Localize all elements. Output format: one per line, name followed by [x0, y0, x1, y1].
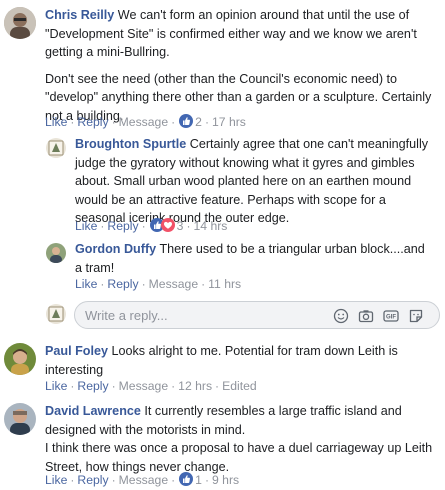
- message-link[interactable]: Message: [119, 379, 168, 393]
- thumbs-up-icon: [179, 114, 194, 128]
- timestamp[interactable]: 9 hrs: [212, 473, 239, 487]
- reply-input[interactable]: Write a reply... GIF: [74, 301, 440, 329]
- reply-button[interactable]: Reply: [77, 473, 108, 487]
- message-link[interactable]: Message: [119, 115, 168, 129]
- gif-icon[interactable]: GIF: [383, 308, 399, 324]
- comment-text: getting a mini-Bullring.: [45, 45, 170, 59]
- avatar: [46, 304, 66, 324]
- reaction-count[interactable]: 1: [195, 473, 202, 487]
- comment-text: "Development Site" is confirmed either w…: [45, 26, 417, 41]
- comment-text: interesting: [45, 362, 104, 377]
- timestamp[interactable]: 11 hrs: [208, 277, 241, 291]
- comment-text: judge the gyratory without knowing what …: [75, 155, 415, 170]
- camera-icon[interactable]: [358, 308, 374, 324]
- avatar[interactable]: [46, 243, 66, 263]
- like-button[interactable]: Like: [45, 379, 67, 393]
- thumbs-up-icon: [179, 472, 194, 486]
- message-link[interactable]: Message: [119, 473, 168, 487]
- edited-link[interactable]: Edited: [222, 379, 257, 393]
- comment-author[interactable]: Gordon Duffy: [75, 242, 156, 256]
- reaction-count[interactable]: 2: [195, 115, 202, 129]
- comment-author[interactable]: Paul Foley: [45, 344, 108, 358]
- timestamp[interactable]: 17 hrs: [212, 115, 246, 129]
- comment-text: I think there was once a proposal to hav…: [45, 441, 433, 455]
- avatar[interactable]: [4, 403, 36, 435]
- reply-button[interactable]: Reply: [107, 277, 138, 291]
- reply-button[interactable]: Reply: [77, 379, 108, 393]
- comment-text: It currently resembles a large traffic i…: [144, 404, 402, 418]
- like-button[interactable]: Like: [45, 473, 67, 487]
- comment-author[interactable]: Broughton Spurtle: [75, 137, 186, 151]
- message-link[interactable]: Message: [149, 277, 198, 291]
- reply-input-placeholder: Write a reply...: [85, 308, 168, 323]
- comment-text: Certainly agree that one can't meaningfu…: [189, 137, 429, 151]
- emoji-icon[interactable]: [333, 308, 349, 324]
- like-button[interactable]: Like: [75, 277, 97, 291]
- avatar[interactable]: [4, 343, 36, 375]
- comment-text: There used to be a triangular urban bloc…: [159, 242, 425, 256]
- timestamp[interactable]: 12 hrs: [178, 379, 212, 393]
- like-button[interactable]: Like: [45, 115, 67, 129]
- comment-text: designed with the motorists in mind.: [45, 422, 246, 437]
- comment-text: would be an attractive feature. Perhaps …: [75, 192, 386, 207]
- comment-text: about. Small urban wood planted here on …: [75, 174, 412, 188]
- heart-icon: [160, 218, 175, 232]
- timestamp[interactable]: 14 hrs: [194, 219, 228, 233]
- svg-text:GIF: GIF: [386, 315, 396, 321]
- reply-button[interactable]: Reply: [77, 115, 108, 129]
- like-button[interactable]: Like: [75, 219, 97, 233]
- comment-text: Looks alright to me. Potential for tram …: [111, 344, 398, 358]
- sticker-icon[interactable]: [408, 308, 424, 324]
- comment-author[interactable]: David Lawrence: [45, 404, 141, 418]
- reply-button[interactable]: Reply: [107, 219, 138, 233]
- comment-author[interactable]: Chris Reilly: [45, 8, 114, 22]
- avatar[interactable]: [46, 138, 66, 158]
- comment-text: Don't see the need (other than the Counc…: [45, 71, 398, 86]
- comment-text: a tram!: [75, 260, 115, 275]
- avatar[interactable]: [4, 7, 36, 39]
- reaction-count[interactable]: 3: [177, 219, 184, 233]
- comment-text: "develop" anything there other than a ga…: [45, 90, 432, 104]
- comment-text: We can't form an opinion around that unt…: [117, 8, 410, 22]
